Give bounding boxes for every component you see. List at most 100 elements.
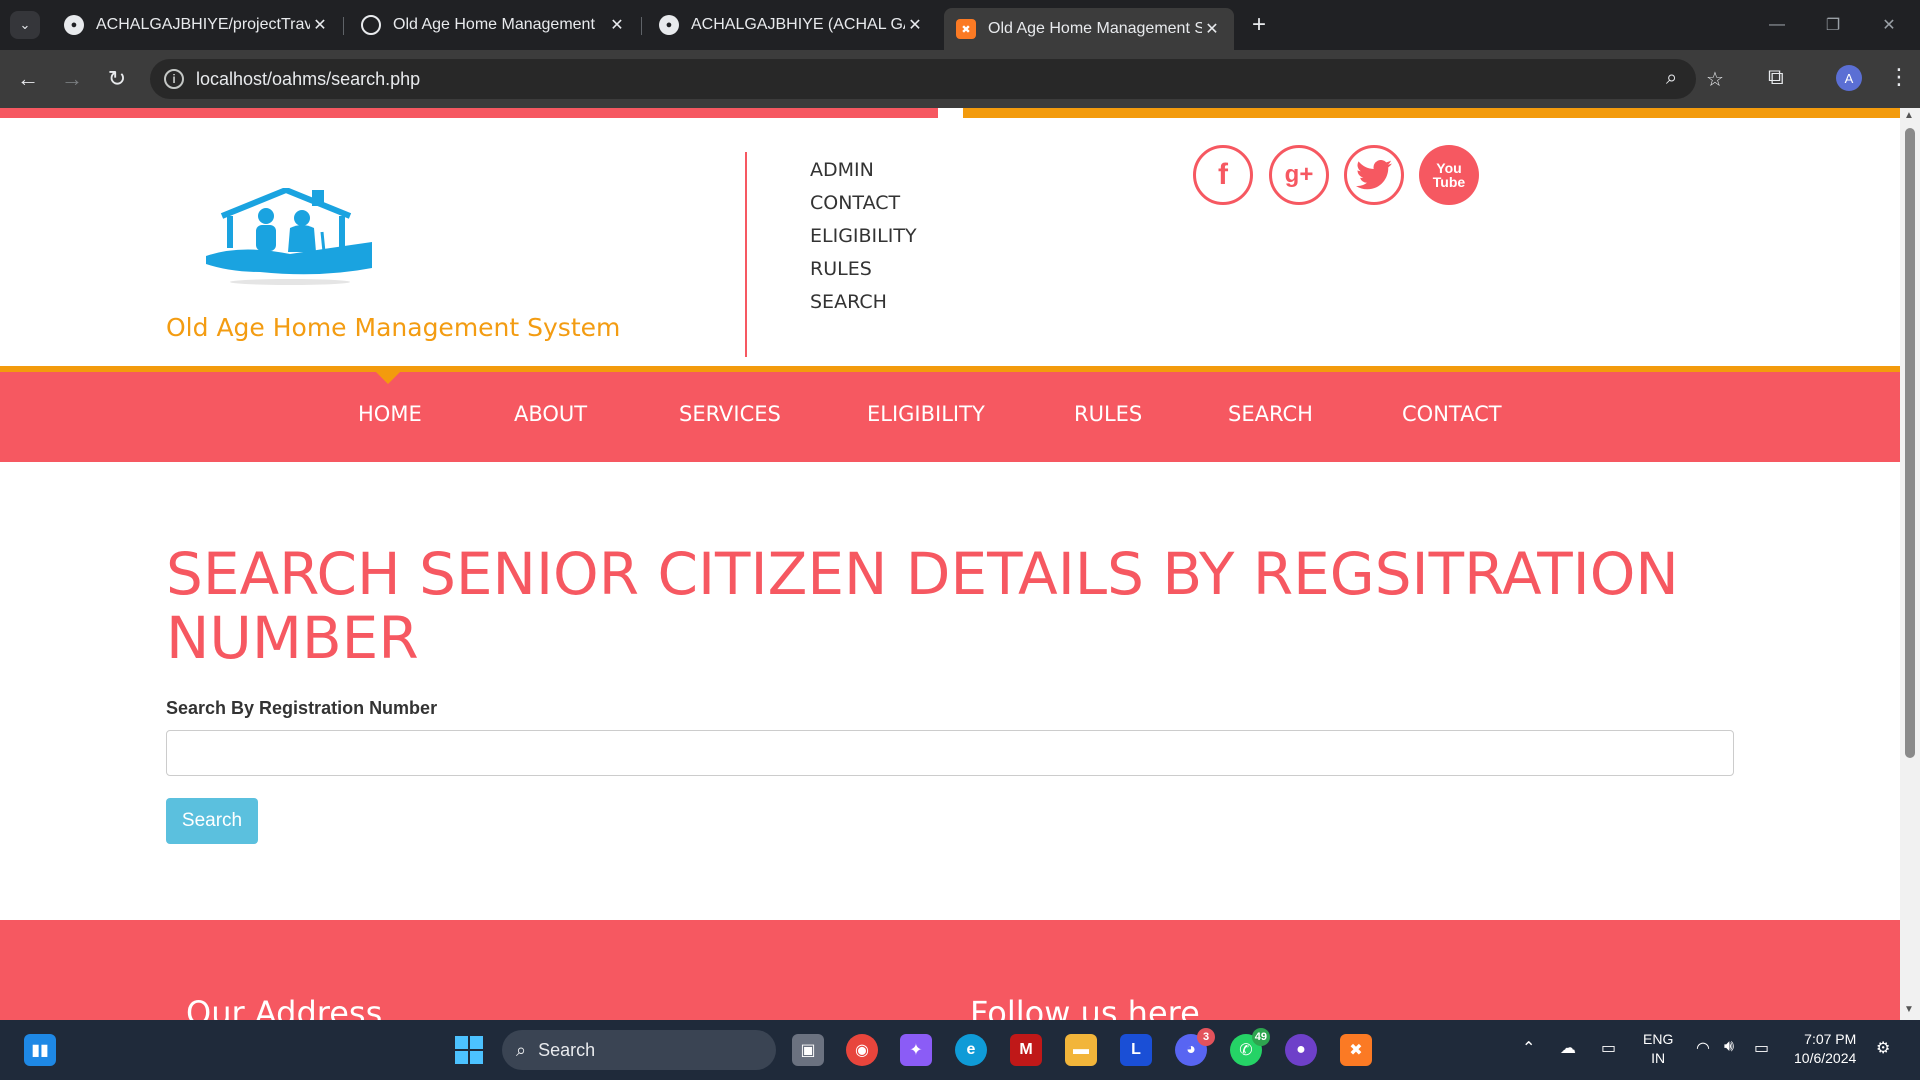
facebook-icon[interactable]: f <box>1193 145 1253 205</box>
active-menu-indicator <box>370 366 406 384</box>
clock[interactable]: 7:07 PM 10/6/2024 <box>1794 1030 1856 1068</box>
browser-tab-active[interactable]: ✖ Old Age Home Management Sy ✕ <box>944 8 1234 50</box>
header-divider <box>745 152 747 357</box>
site-name[interactable]: Old Age Home Management System <box>166 313 620 342</box>
page-title: SEARCH SENIOR CITIZEN DETAILS BY REGSITR… <box>166 540 1679 672</box>
extensions-icon[interactable]: ⧉ <box>1768 64 1784 90</box>
minimize-button[interactable]: — <box>1754 10 1800 40</box>
facebook-glyph: f <box>1218 158 1228 191</box>
tab-search-dropdown[interactable]: ⌄ <box>10 11 40 39</box>
new-tab-button[interactable]: + <box>1244 10 1274 40</box>
footer-address-heading: Our Address <box>186 994 383 1020</box>
task-view-icon[interactable]: ▣ <box>792 1034 824 1066</box>
page-scrollbar[interactable]: ▲ ▼ <box>1900 108 1920 1020</box>
edge-icon[interactable]: e <box>955 1034 987 1066</box>
reload-button[interactable]: ↻ <box>101 63 133 95</box>
menu-search[interactable]: SEARCH <box>1228 402 1313 426</box>
onedrive-icon[interactable]: ☁ <box>1560 1038 1576 1058</box>
twitter-icon[interactable] <box>1344 145 1404 205</box>
close-window-button[interactable]: ✕ <box>1866 10 1912 40</box>
display-icon[interactable]: ▭ <box>1601 1038 1616 1058</box>
taskbar-search[interactable]: ⌕ Search <box>502 1030 776 1070</box>
tab-separator <box>343 17 344 35</box>
chrome-icon[interactable]: ◉ <box>846 1034 878 1066</box>
battery-icon[interactable]: ▭ <box>1754 1038 1769 1058</box>
copilot-icon[interactable]: ✦ <box>900 1034 932 1066</box>
profile-avatar[interactable]: A <box>1836 65 1862 91</box>
google-plus-icon[interactable]: g+ <box>1269 145 1329 205</box>
top-link-contact[interactable]: CONTACT <box>810 187 917 220</box>
youtube-label: You Tube <box>1432 160 1466 190</box>
back-button[interactable]: ← <box>12 63 44 95</box>
menu-home[interactable]: HOME <box>358 402 422 426</box>
site-info-icon[interactable]: i <box>164 69 184 89</box>
address-bar[interactable]: i localhost/oahms/search.php ⌕ ☆ <box>150 59 1724 99</box>
bookmark-star-icon[interactable]: ☆ <box>1706 67 1724 92</box>
search-button[interactable]: Search <box>166 798 258 844</box>
menu-services[interactable]: SERVICES <box>679 402 781 426</box>
menu-rules[interactable]: RULES <box>1074 402 1142 426</box>
file-explorer-icon[interactable]: ▬ <box>1065 1034 1097 1066</box>
windows-start-icon[interactable] <box>453 1034 485 1066</box>
scroll-up-arrow-icon[interactable]: ▲ <box>1904 110 1914 121</box>
github-icon: ● <box>659 15 679 35</box>
scrollbar-thumb[interactable] <box>1905 128 1915 758</box>
registration-number-input[interactable] <box>166 730 1734 776</box>
windows-taskbar: ▮▮ ⌕ Search ▣ ◉ ✦ e M ▬ L ◕ 3 ✆ 49 ● ✖ ⌃ ☁… <box>0 1020 1920 1080</box>
github-icon: ● <box>64 15 84 35</box>
scroll-down-arrow-icon[interactable]: ▼ <box>1904 1004 1914 1015</box>
top-link-rules[interactable]: RULES <box>810 253 917 286</box>
whatsapp-icon[interactable]: ✆ 49 <box>1230 1028 1270 1066</box>
browser-tab-bar: ⌄ ● ACHALGAJBHIYE/projectTravell ✕ Old A… <box>0 0 1920 50</box>
taskbar-search-label: Search <box>538 1039 596 1060</box>
tab-separator <box>641 17 642 35</box>
mcafee-icon[interactable]: M <box>1010 1034 1042 1066</box>
url-text[interactable]: localhost/oahms/search.php <box>196 69 420 90</box>
top-stripe-orange <box>963 108 1900 118</box>
home-logo-icon[interactable] <box>200 188 380 288</box>
notifications-icon[interactable]: ⚙ <box>1876 1038 1890 1058</box>
browser-menu-icon[interactable]: ⋮ <box>1888 64 1910 90</box>
widgets-icon[interactable]: ▮▮ <box>24 1034 56 1066</box>
top-link-search[interactable]: SEARCH <box>810 286 917 319</box>
search-icon: ⌕ <box>516 1039 527 1060</box>
tab-title: Old Age Home Management <box>393 16 595 33</box>
close-tab-icon[interactable]: ✕ <box>905 15 925 35</box>
main-menu: HOME ABOUT SERVICES ELIGIBILITY RULES SE… <box>0 366 1900 462</box>
l-app-icon[interactable]: L <box>1120 1034 1152 1066</box>
volume-icon[interactable]: 🔊︎ <box>1724 1038 1734 1056</box>
menu-about[interactable]: ABOUT <box>514 402 587 426</box>
wifi-icon[interactable]: ◠ <box>1696 1038 1710 1058</box>
top-link-admin[interactable]: ADMIN <box>810 154 917 187</box>
top-stripe-red <box>0 108 938 118</box>
close-tab-icon[interactable]: ✕ <box>607 15 627 35</box>
tray-overflow-icon[interactable]: ⌃ <box>1522 1038 1535 1058</box>
tab-title: ACHALGAJBHIYE (ACHAL GAJBH <box>691 16 905 33</box>
discord-icon[interactable]: ◕ 3 <box>1175 1028 1215 1066</box>
browser-tab[interactable]: ● ACHALGAJBHIYE/projectTravell ✕ <box>52 8 342 42</box>
language-indicator[interactable]: ENG IN <box>1643 1030 1673 1068</box>
forward-button[interactable]: → <box>56 63 88 95</box>
xampp-icon: ✖ <box>956 19 976 39</box>
top-link-eligibility[interactable]: ELIGIBILITY <box>810 220 917 253</box>
tab-title: Old Age Home Management Sy <box>988 20 1202 37</box>
browser-tab[interactable]: ● ACHALGAJBHIYE (ACHAL GAJBH ✕ <box>647 8 937 42</box>
discord-badge: 3 <box>1197 1028 1215 1046</box>
page-viewport: Old Age Home Management System ADMIN CON… <box>0 108 1900 1020</box>
browser-tab[interactable]: Old Age Home Management ✕ <box>349 8 639 42</box>
restore-button[interactable]: ❐ <box>1810 10 1856 40</box>
close-tab-icon[interactable]: ✕ <box>310 15 330 35</box>
region-code: IN <box>1651 1050 1666 1066</box>
menu-eligibility[interactable]: ELIGIBILITY <box>867 402 985 426</box>
youtube-icon[interactable]: You Tube <box>1419 145 1479 205</box>
zoom-icon[interactable]: ⌕ <box>1666 67 1677 90</box>
language-code: ENG <box>1643 1031 1674 1047</box>
whatsapp-badge: 49 <box>1251 1028 1270 1046</box>
github-desktop-icon[interactable]: ● <box>1285 1034 1317 1066</box>
chatgpt-icon <box>361 15 381 35</box>
close-tab-icon[interactable]: ✕ <box>1202 19 1222 39</box>
twitter-bird-icon <box>1356 160 1392 190</box>
xampp-taskbar-icon[interactable]: ✖ <box>1340 1034 1372 1066</box>
menu-contact[interactable]: CONTACT <box>1402 402 1502 426</box>
windows-logo-icon <box>455 1036 483 1064</box>
